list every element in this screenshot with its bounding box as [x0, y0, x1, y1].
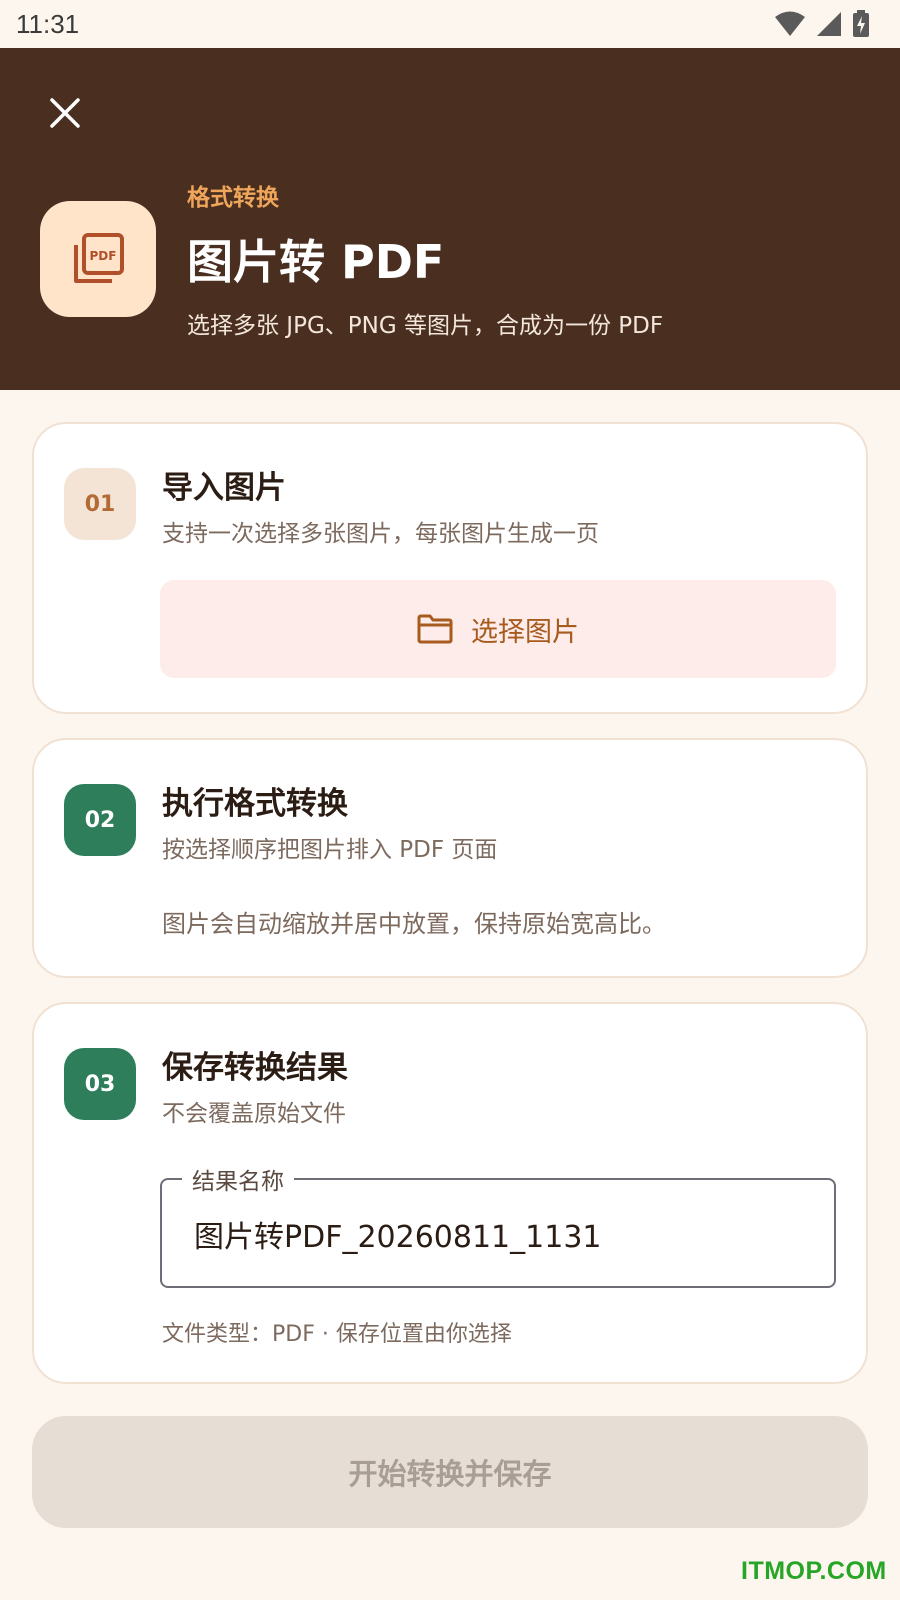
select-images-label: 选择图片: [471, 616, 579, 648]
step-description: 支持一次选择多张图片，每张图片生成一页: [162, 521, 599, 547]
battery-icon: [853, 10, 869, 37]
signal-icon: [817, 12, 841, 36]
step-number-badge: 02: [64, 784, 136, 856]
status-icons: [774, 10, 870, 38]
svg-text:PDF: PDF: [90, 249, 117, 263]
header: PDF 格式转换 图片转 PDF 选择多张 JPG、PNG 等图片，合成为一份 …: [0, 48, 900, 390]
app-icon: PDF: [40, 201, 156, 317]
step-title: 执行格式转换: [162, 786, 348, 822]
step-description: 按选择顺序把图片排入 PDF 页面: [162, 837, 498, 863]
step-number-badge: 03: [64, 1048, 136, 1120]
convert-note: 图片会自动缩放并居中放置，保持原始宽高比。: [162, 910, 666, 938]
pdf-stack-icon: PDF: [74, 233, 124, 283]
close-button[interactable]: [40, 88, 90, 138]
step-description: 不会覆盖原始文件: [162, 1101, 346, 1127]
folder-icon: [417, 614, 453, 644]
close-icon: [50, 98, 80, 128]
wifi-icon: [775, 11, 805, 36]
status-bar: 11:31: [0, 0, 900, 48]
step-card-convert: 02 执行格式转换 按选择顺序把图片排入 PDF 页面 图片会自动缩放并居中放置…: [32, 738, 868, 978]
result-name-input[interactable]: [194, 1212, 814, 1256]
page-title: 图片转 PDF: [187, 235, 445, 289]
step-card-import: 01 导入图片 支持一次选择多张图片，每张图片生成一页 选择图片: [32, 422, 868, 714]
step-number-badge: 01: [64, 468, 136, 540]
result-name-label: 结果名称: [182, 1162, 294, 1196]
watermark: ITMOP.COM: [741, 1557, 887, 1585]
status-time: 11:31: [16, 8, 80, 39]
step-title: 保存转换结果: [162, 1050, 348, 1086]
header-category: 格式转换: [187, 185, 279, 211]
step-card-save: 03 保存转换结果 不会覆盖原始文件 结果名称 文件类型：PDF · 保存位置由…: [32, 1002, 868, 1384]
start-convert-button[interactable]: 开始转换并保存: [32, 1416, 868, 1528]
select-images-button[interactable]: 选择图片: [160, 580, 836, 678]
step-title: 导入图片: [162, 470, 286, 506]
result-name-field: 结果名称: [160, 1162, 836, 1288]
header-subtitle: 选择多张 JPG、PNG 等图片，合成为一份 PDF: [187, 313, 664, 339]
file-info-text: 文件类型：PDF · 保存位置由你选择: [162, 1322, 512, 1347]
start-convert-label: 开始转换并保存: [348, 1457, 552, 1491]
